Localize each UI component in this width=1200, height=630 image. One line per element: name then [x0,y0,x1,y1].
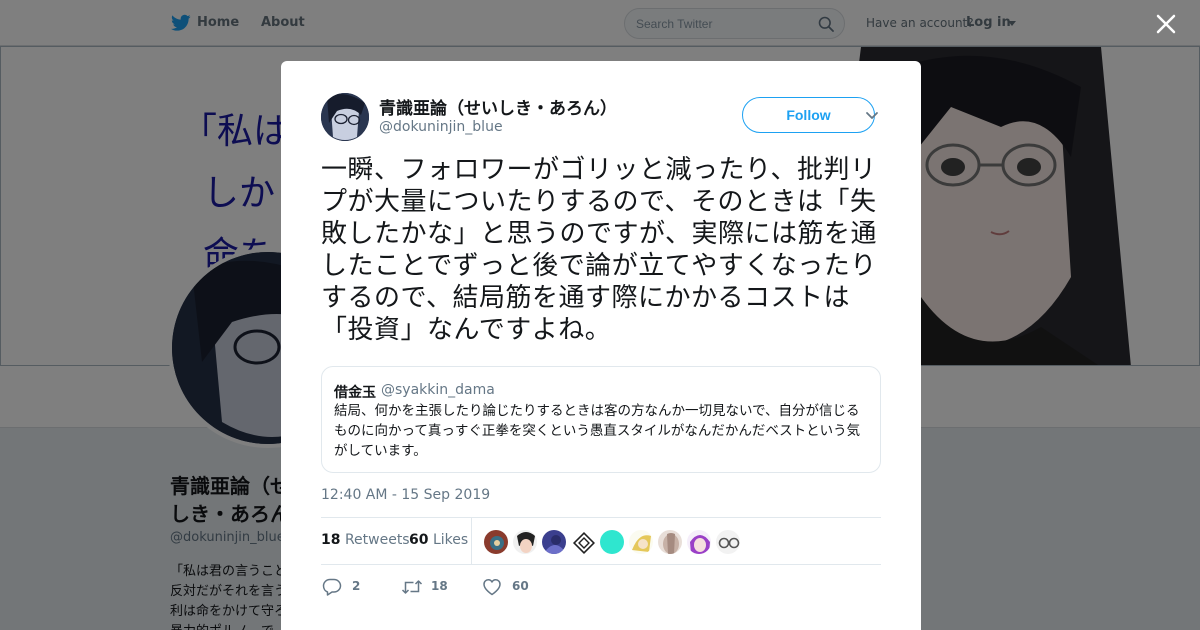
heart-icon [483,579,501,596]
retweets-label: Retweets [344,532,410,548]
retweet-count: 18 [431,579,448,593]
liker-avatar[interactable] [686,529,712,555]
tweet-author-avatar[interactable] [321,93,369,141]
liker-avatar[interactable] [657,529,683,555]
quoted-tweet-text: 結局、何かを主張したり論じたりするときは客の方なんか一切見ないで、自分が信じるも… [334,403,861,459]
close-icon[interactable] [1152,10,1180,38]
retweets-stat[interactable]: 18 Retweets [321,532,410,548]
liker-avatar[interactable] [570,529,596,555]
chevron-down-icon[interactable] [865,111,879,121]
liker-avatar[interactable] [715,529,741,555]
like-count: 60 [512,579,529,593]
likes-stat[interactable]: 60 Likes [409,532,468,548]
reply-icon [322,578,342,596]
tweet-text: 一瞬、フォロワーがゴリッと減ったり、批判リプが大量についたりするので、そのときは… [321,155,877,345]
stats-divider [471,518,472,564]
likes-count: 60 [409,532,429,548]
follow-button[interactable]: Follow [742,97,875,133]
quoted-tweet[interactable]: 借金玉 @syakkin_dama 結局、何かを主張したり論じたりするときは客の… [321,366,881,473]
liker-avatar[interactable] [628,529,654,555]
liker-avatar[interactable] [483,529,509,555]
quoted-author-handle: @syakkin_dama [381,382,495,398]
tweet-stats: 18 Retweets 60 Likes [321,517,881,565]
retweets-count: 18 [321,532,341,548]
tweet-author-name[interactable]: 青識亜論（せいしき・あろん） [379,94,617,119]
liker-avatar[interactable] [541,529,567,555]
likes-label: Likes [432,532,469,548]
tweet-timestamp[interactable]: 12:40 AM - 15 Sep 2019 [321,487,490,503]
reply-count: 2 [352,579,361,593]
tweet-author-avatar-image [321,93,369,141]
tweet-author-handle[interactable]: @dokuninjin_blue [379,119,503,135]
retweet-icon [401,580,423,594]
liker-avatar[interactable] [512,529,538,555]
liker-avatar[interactable] [599,529,625,555]
quoted-author-name: 借金玉 [334,385,376,401]
tweet-modal: 青識亜論（せいしき・あろん） @dokuninjin_blue Follow 一… [281,61,921,630]
